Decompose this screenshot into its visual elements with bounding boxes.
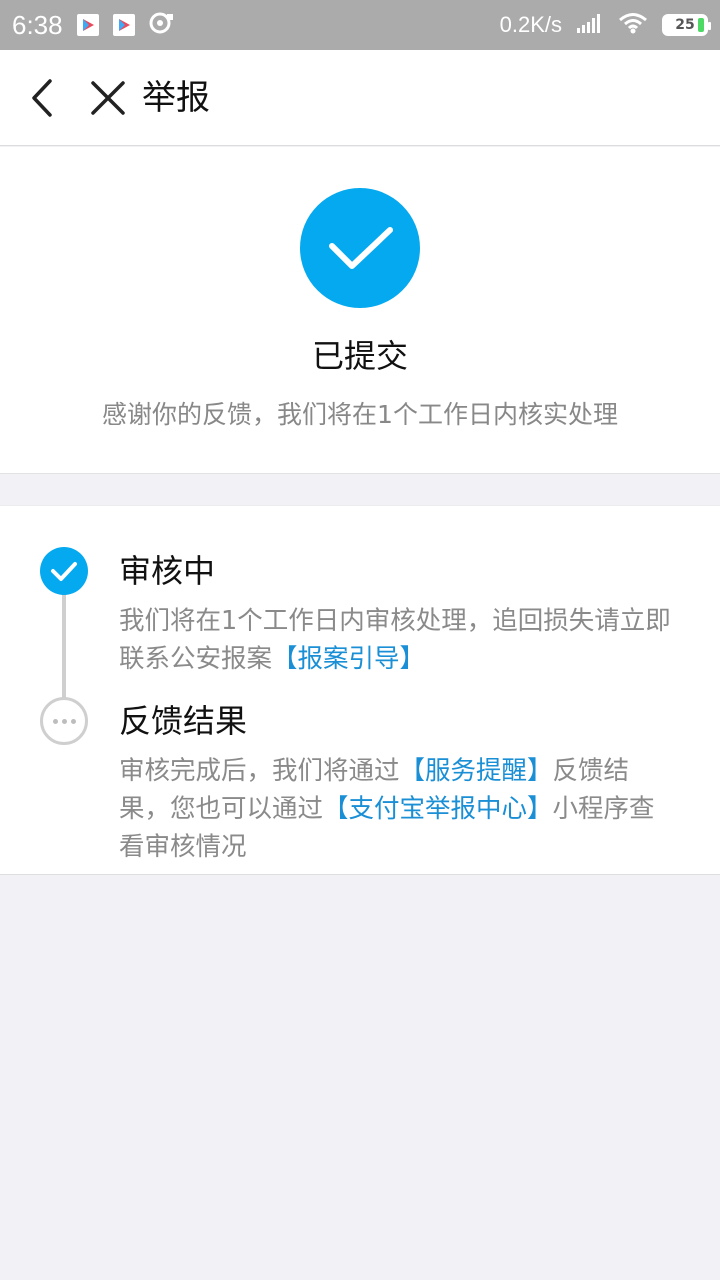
status-bar-right: 0.2K/s 25 [499,12,711,38]
timeline-connector [62,594,66,702]
network-speed: 0.2K/s [499,12,562,37]
status-time: 6:38 [12,9,63,40]
back-button[interactable] [28,78,60,118]
result-title: 已提交 [311,337,408,375]
nav-bar: 举报 [0,50,720,146]
step-description-text: 审核完成后，我们将通过 [119,756,400,786]
status-bar: 6:38 0.2K/s 25 [0,0,720,50]
check-icon [51,562,77,581]
status-bar-left: 6:38 [12,10,175,41]
result-description: 感谢你的反馈，我们将在1个工作日内核实处理 [102,400,618,429]
page-title: 举报 [142,78,210,118]
step-description-reviewing: 我们将在1个工作日内审核处理，追回损失请立即联系公安报案【报案引导】 [119,602,679,678]
step-done-marker [40,547,88,595]
step-title-feedback-result: 反馈结果 [119,702,248,740]
battery-indicator: 25 [662,14,711,36]
close-button[interactable] [90,80,126,116]
play-store-icon [76,14,99,36]
notification-app-icon [149,11,175,39]
play-store-icon [112,14,135,36]
step-description-feedback-result: 审核完成后，我们将通过【服务提醒】反馈结果，您也可以通过【支付宝举报中心】小程序… [119,752,679,866]
success-badge [300,188,420,308]
wifi-icon [618,12,648,38]
ellipsis-dot [70,718,76,724]
progress-timeline: 审核中 我们将在1个工作日内审核处理，追回损失请立即联系公安报案【报案引导】 反… [0,505,720,875]
step-pending-marker [40,697,88,745]
ellipsis-dot [52,718,58,724]
chevron-left-icon [32,79,52,117]
ellipsis-dot [61,718,67,724]
battery-level: 25 [675,17,695,33]
result-panel: 已提交 感谢你的反馈，我们将在1个工作日内核实处理 [0,147,720,474]
check-icon [329,227,393,269]
close-icon [91,81,125,115]
police-report-guide-link[interactable]: 【报案引导】 [272,644,425,674]
step-title-reviewing: 审核中 [119,552,216,590]
signal-icon [576,12,604,38]
alipay-report-center-link[interactable]: 【支付宝举报中心】 [323,794,553,824]
service-reminder-link[interactable]: 【服务提醒】 [400,756,553,786]
